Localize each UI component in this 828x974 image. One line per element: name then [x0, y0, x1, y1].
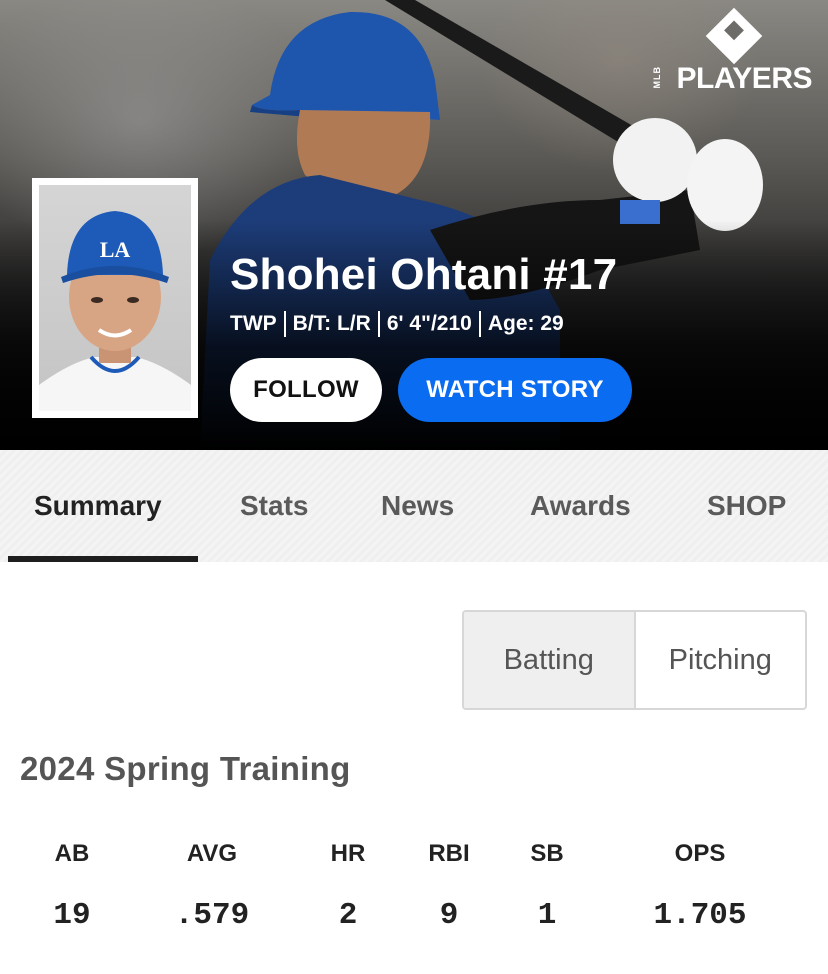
batting-toggle[interactable]: Batting: [464, 612, 634, 708]
brand-sub: MLB: [652, 66, 662, 89]
player-height-weight: 6' 4"/210: [386, 312, 472, 335]
watch-story-button[interactable]: WATCH STORY: [398, 358, 632, 422]
stat-header-ops: OPS: [674, 840, 726, 867]
brand-wordmark: PLAYERS: [676, 62, 813, 95]
mlb-players-logo[interactable]: MLB PLAYERS: [652, 7, 813, 102]
stat-value-ops: 1.705: [653, 898, 747, 933]
cap-logo: LA: [100, 237, 131, 262]
player-position: TWP: [230, 312, 277, 335]
tab-summary[interactable]: Summary: [34, 450, 162, 562]
stat-value-avg: .579: [174, 898, 250, 933]
follow-button[interactable]: FOLLOW: [230, 358, 382, 422]
player-name: Shohei Ohtani #17: [230, 250, 618, 299]
stat-type-toggle: Batting Pitching: [462, 610, 807, 710]
meta-divider: [283, 311, 286, 337]
player-bats-throws: B/T: L/R: [292, 312, 371, 335]
tab-news[interactable]: News: [381, 450, 454, 562]
players-diamond-icon: [705, 7, 763, 65]
active-tab-indicator: [8, 556, 198, 562]
stat-header-avg: AVG: [186, 840, 238, 867]
player-meta: TWP B/T: L/R 6' 4"/210 Age: 29: [230, 311, 564, 337]
player-age: Age: 29: [487, 312, 564, 335]
stat-value-sb: 1: [537, 898, 557, 933]
pitching-toggle[interactable]: Pitching: [636, 612, 806, 708]
tab-shop[interactable]: SHOP: [707, 450, 786, 562]
tab-awards[interactable]: Awards: [530, 450, 631, 562]
profile-tabs: Summary Stats News Awards SHOP: [0, 450, 828, 562]
tab-stats[interactable]: Stats: [240, 450, 308, 562]
player-hero: MLB PLAYERS LA Shohei Ohtani #17 TWP B/T…: [0, 0, 828, 450]
section-title: 2024 Spring Training: [20, 750, 351, 787]
stat-header-sb: SB: [530, 840, 564, 867]
meta-divider: [478, 311, 481, 337]
stat-value-ab: 19: [53, 898, 91, 933]
stat-header-ab: AB: [54, 840, 90, 867]
headshot-photo: LA: [39, 211, 191, 411]
player-headshot: LA: [32, 178, 198, 418]
meta-divider: [377, 311, 380, 337]
